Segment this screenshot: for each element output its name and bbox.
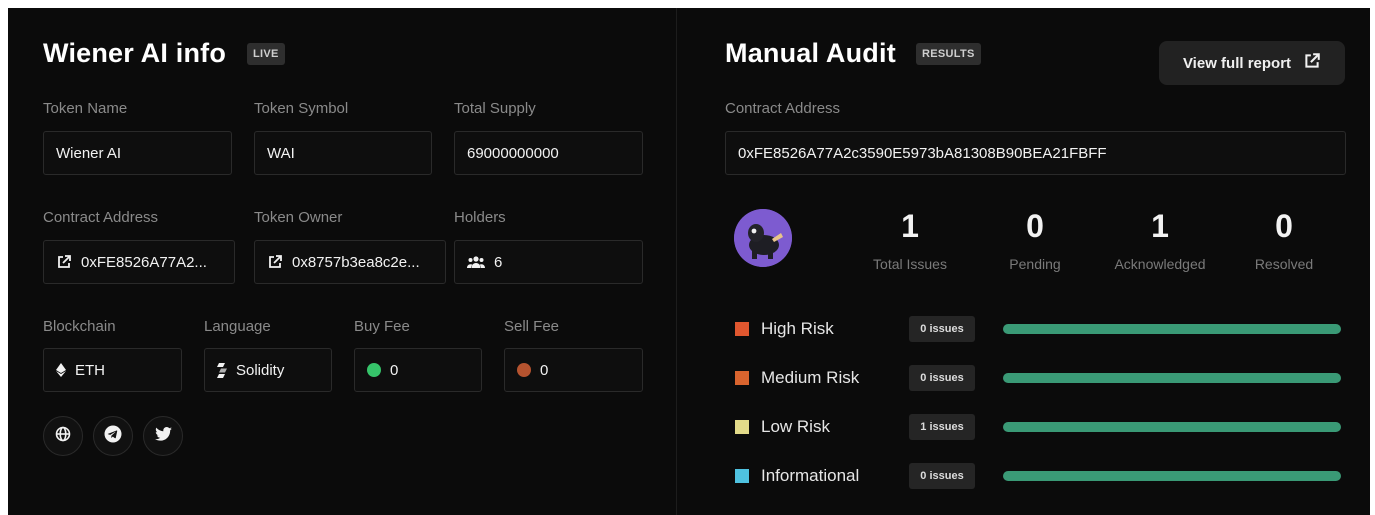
audit-contract-address-value: 0xFE8526A77A2c3590E5973bA81308B90BEA21FB…: [738, 144, 1107, 162]
stat-pending: 0 Pending: [970, 208, 1100, 272]
token-info-panel: Wiener AI info LIVE Token Name Token Sym…: [8, 8, 676, 515]
stat-total-issues-value: 1: [901, 208, 919, 244]
sell-fee-value: 0: [540, 361, 549, 379]
total-supply-label: Total Supply: [454, 100, 536, 117]
external-link-icon: [56, 254, 72, 270]
low-risk-swatch: [735, 420, 749, 434]
token-name-value: Wiener AI: [56, 144, 122, 162]
ethereum-icon: [56, 363, 66, 377]
medium-risk-issues-badge: 0 issues: [909, 365, 975, 391]
sell-fee-indicator: [517, 363, 531, 377]
informational-progress-bar: [1003, 471, 1341, 481]
high-risk-label: High Risk: [761, 319, 834, 338]
buy-fee-value: 0: [390, 361, 399, 379]
risk-row-informational: Informational 0 issues: [735, 461, 1347, 491]
stat-resolved-value: 0: [1275, 208, 1293, 244]
globe-icon: [55, 426, 71, 447]
token-name-field: Wiener AI: [43, 131, 232, 175]
low-risk-progress-bar: [1003, 422, 1341, 432]
high-risk-progress-bar: [1003, 324, 1341, 334]
blockchain-label: Blockchain: [43, 318, 116, 335]
risk-row-low: Low Risk 1 issues: [735, 412, 1347, 442]
token-symbol-value: WAI: [267, 144, 295, 162]
stat-total-issues: 1 Total Issues: [845, 208, 975, 272]
total-supply-field: 69000000000: [454, 131, 643, 175]
stat-acknowledged-label: Acknowledged: [1114, 256, 1206, 272]
results-badge: RESULTS: [916, 43, 981, 65]
buy-fee-field: 0: [354, 348, 482, 392]
live-badge: LIVE: [247, 43, 285, 65]
contract-address-label: Contract Address: [43, 209, 159, 226]
contract-address-value: 0xFE8526A77A2...: [81, 253, 207, 271]
token-info-title: Wiener AI info: [43, 38, 227, 68]
token-owner-value: 0x8757b3ea8c2e...: [292, 253, 420, 271]
token-symbol-label: Token Symbol: [254, 100, 349, 117]
audit-card: Wiener AI info LIVE Token Name Token Sym…: [8, 8, 1370, 515]
stat-acknowledged-value: 1: [1151, 208, 1169, 244]
risk-row-high: High Risk 0 issues: [735, 314, 1347, 344]
sell-fee-label: Sell Fee: [504, 318, 560, 335]
token-owner-label: Token Owner: [254, 209, 343, 226]
telegram-button[interactable]: [93, 416, 133, 456]
token-symbol-field: WAI: [254, 131, 432, 175]
project-avatar: [734, 209, 792, 267]
informational-label: Informational: [761, 466, 860, 485]
stat-pending-label: Pending: [1009, 256, 1061, 272]
telegram-icon: [104, 425, 122, 448]
stat-resolved-label: Resolved: [1254, 256, 1314, 272]
external-link-icon: [267, 254, 283, 270]
token-owner-link[interactable]: 0x8757b3ea8c2e...: [254, 240, 446, 284]
low-risk-label: Low Risk: [761, 417, 830, 436]
buy-fee-label: Buy Fee: [354, 318, 410, 335]
stat-total-issues-label: Total Issues: [873, 256, 947, 272]
holders-value: 6: [494, 253, 503, 271]
medium-risk-swatch: [735, 371, 749, 385]
stat-resolved: 0 Resolved: [1219, 208, 1349, 272]
users-icon: [467, 255, 485, 269]
blockchain-field: ETH: [43, 348, 182, 392]
high-risk-swatch: [735, 322, 749, 336]
medium-risk-label: Medium Risk: [761, 368, 860, 387]
informational-swatch: [735, 469, 749, 483]
twitter-icon: [154, 426, 172, 446]
language-field: Solidity: [204, 348, 332, 392]
manual-audit-title: Manual Audit: [725, 38, 896, 68]
total-supply-value: 69000000000: [467, 144, 559, 162]
high-risk-issues-badge: 0 issues: [909, 316, 975, 342]
token-name-label: Token Name: [43, 100, 128, 117]
language-label: Language: [204, 318, 271, 335]
medium-risk-progress-bar: [1003, 373, 1341, 383]
risk-row-medium: Medium Risk 0 issues: [735, 363, 1347, 393]
language-value: Solidity: [236, 361, 285, 379]
view-full-report-label: View full report: [1182, 54, 1292, 72]
manual-audit-panel: Manual Audit RESULTS View full report Co…: [677, 8, 1370, 515]
buy-fee-indicator: [367, 363, 381, 377]
view-full-report-button[interactable]: View full report: [1159, 41, 1345, 85]
holders-label: Holders: [454, 209, 506, 226]
audit-contract-address-label: Contract Address: [725, 100, 841, 117]
solidity-icon: [217, 362, 227, 378]
low-risk-issues-badge: 1 issues: [909, 414, 975, 440]
website-button[interactable]: [43, 416, 83, 456]
audit-contract-address-field: 0xFE8526A77A2c3590E5973bA81308B90BEA21FB…: [725, 131, 1346, 175]
stat-acknowledged: 1 Acknowledged: [1095, 208, 1225, 272]
informational-issues-badge: 0 issues: [909, 463, 975, 489]
external-link-icon: [1303, 52, 1321, 74]
sell-fee-field: 0: [504, 348, 643, 392]
blockchain-value: ETH: [75, 361, 105, 379]
twitter-button[interactable]: [143, 416, 183, 456]
contract-address-link[interactable]: 0xFE8526A77A2...: [43, 240, 235, 284]
holders-field: 6: [454, 240, 643, 284]
stat-pending-value: 0: [1026, 208, 1044, 244]
